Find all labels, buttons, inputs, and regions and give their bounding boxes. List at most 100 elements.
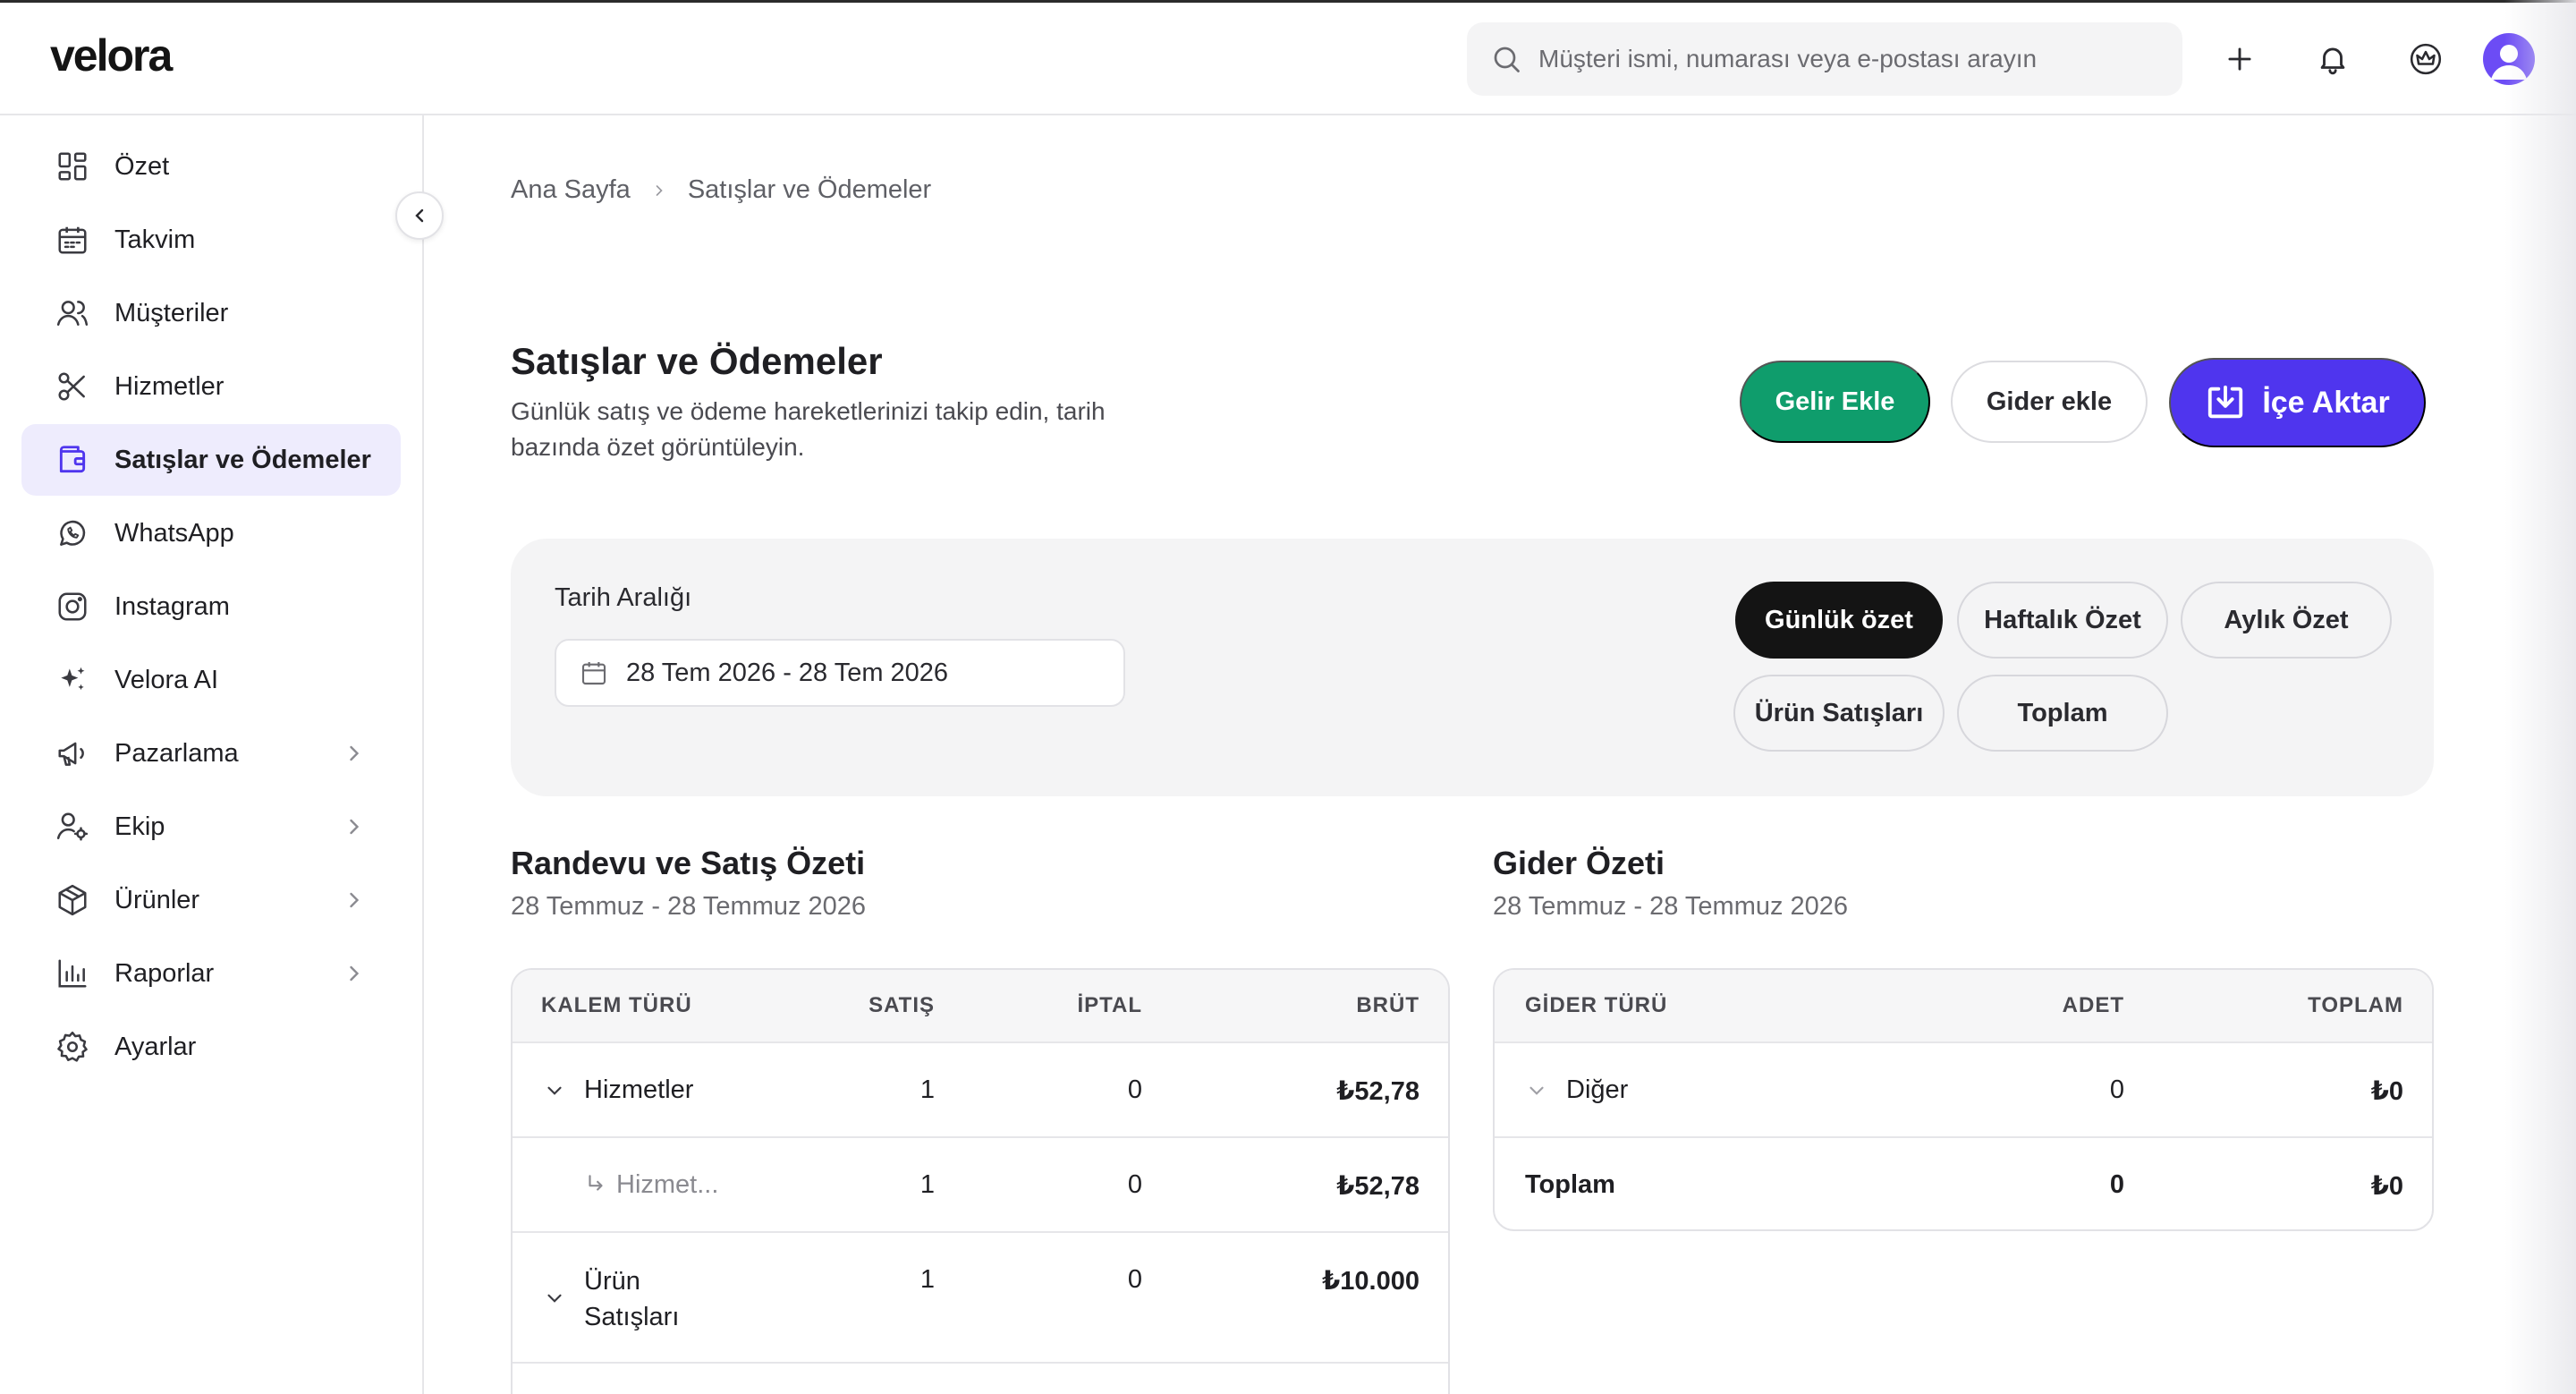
users-icon	[56, 301, 89, 326]
row-cancel: 0	[1127, 1170, 1142, 1199]
total-count: 0	[2109, 1170, 2124, 1199]
sidebar-item-instagram[interactable]: Instagram	[21, 571, 401, 642]
row-cancel: 0	[1127, 1075, 1142, 1104]
sales-summary-subtitle: 28 Temmuz - 28 Temmuz 2026	[511, 892, 867, 921]
search-input[interactable]	[1538, 45, 2165, 73]
breadcrumb-current: Satışlar ve Ödemeler	[687, 175, 932, 204]
sidebar-item-label: Ayarlar	[114, 1032, 197, 1061]
table-header: GİDER TÜRÜ ADET TOPLAM	[1495, 970, 2432, 1041]
sidebar-collapse-button[interactable]	[395, 191, 444, 240]
expense-summary-title: Gider Özeti	[1493, 845, 1665, 881]
sidebar-item-label: Müşteriler	[114, 298, 229, 327]
sidebar-item-label: Takvim	[114, 225, 196, 254]
team-icon	[56, 812, 89, 841]
megaphone-icon	[58, 742, 84, 766]
chevron-right-icon	[350, 892, 360, 908]
date-range-value: 28 Tem 2026 - 28 Tem 2026	[626, 658, 949, 687]
chevron-right-icon	[350, 819, 360, 835]
column-header: GİDER TÜRÜ	[1525, 993, 1668, 1017]
chevron-left-icon	[415, 208, 424, 223]
table-total-row: Toplam 0 ₺0	[1495, 1136, 2432, 1229]
sidebar-item-pazarlama[interactable]: Pazarlama	[21, 718, 401, 789]
chevron-down-icon[interactable]	[543, 1287, 566, 1310]
sidebar-item-label: Hizmetler	[114, 371, 225, 401]
subitem-arrow-icon	[589, 1175, 603, 1191]
chart-icon	[58, 959, 87, 988]
instagram-icon	[58, 592, 87, 621]
date-range-picker[interactable]: 28 Tem 2026 - 28 Tem 2026	[555, 639, 1125, 707]
sidebar-item-hizmetler[interactable]: Hizmetler	[21, 351, 401, 422]
table-row[interactable]: Diğer 0 ₺0	[1495, 1041, 2432, 1136]
column-header: İPTAL	[1077, 993, 1142, 1017]
sidebar-item-label: Özet	[114, 151, 170, 181]
add-button[interactable]	[2217, 37, 2262, 81]
row-sales: 1	[919, 1265, 935, 1294]
table-row[interactable]: Hizmet... 1 0 ₺52,78	[513, 1136, 1448, 1231]
pill-weekly-summary[interactable]: Haftalık Özet	[1957, 582, 2168, 659]
chevron-down-icon[interactable]	[543, 1079, 566, 1102]
sidebar-item-urunler[interactable]: Ürünler	[21, 864, 401, 936]
sidebar-item-ayarlar[interactable]: Ayarlar	[21, 1011, 401, 1083]
row-gross: ₺52,78	[1336, 1172, 1419, 1201]
sidebar-item-label: Pazarlama	[114, 738, 239, 768]
scissors-icon	[58, 372, 85, 401]
table-row	[513, 1362, 1448, 1394]
app-logo[interactable]: velora	[50, 30, 173, 81]
pill-total[interactable]: Toplam	[1957, 675, 2168, 752]
import-icon	[2208, 385, 2243, 419]
add-expense-button[interactable]: Gider ekle	[1951, 361, 2148, 443]
crown-icon	[2410, 43, 2442, 75]
chevron-down-icon[interactable]	[1525, 1079, 1548, 1102]
sparkle-icon	[61, 667, 85, 691]
gear-icon	[57, 1031, 88, 1062]
add-income-button[interactable]: Gelir Ekle	[1740, 361, 1930, 443]
expense-summary-subtitle: 28 Temmuz - 28 Temmuz 2026	[1493, 892, 1849, 921]
sidebar-item-ekip[interactable]: Ekip	[21, 791, 401, 863]
table-row[interactable]: Ürün Satışları 1 0 ₺10.000	[513, 1231, 1448, 1362]
column-header: KALEM TÜRÜ	[541, 993, 692, 1017]
sidebar-item-label: Velora AI	[114, 665, 219, 694]
import-button[interactable]: İçe Aktar	[2169, 358, 2426, 447]
premium-button[interactable]	[2403, 37, 2448, 81]
sidebar-item-musteriler[interactable]: Müşteriler	[21, 277, 401, 349]
user-avatar-icon	[2491, 45, 2527, 80]
column-header: SATIŞ	[869, 993, 935, 1017]
filter-panel: Tarih Aralığı 28 Tem 2026 - 28 Tem 2026 …	[511, 539, 2434, 796]
wallet-icon	[59, 446, 86, 473]
row-type: Ürün Satışları	[584, 1267, 680, 1331]
plus-icon	[2228, 47, 2251, 71]
table-header: KALEM TÜRÜ SATIŞ İPTAL BRÜT	[513, 970, 1448, 1041]
sidebar-item-satislar-ve-odemeler[interactable]: Satışlar ve Ödemeler	[21, 424, 401, 496]
sales-summary-title: Randevu ve Satış Özeti	[511, 845, 866, 881]
sidebar-item-ozet[interactable]: Özet	[21, 131, 401, 202]
sidebar-item-velora-ai[interactable]: Velora AI	[21, 644, 401, 716]
box-icon	[58, 884, 87, 916]
calendar-icon	[581, 662, 606, 685]
sidebar-item-label: Instagram	[114, 591, 230, 621]
sidebar-item-whatsapp[interactable]: WhatsApp	[21, 497, 401, 569]
whatsapp-icon	[60, 520, 86, 546]
search-bar[interactable]	[1467, 22, 2182, 96]
pill-product-sales[interactable]: Ürün Satışları	[1733, 675, 1945, 752]
sidebar-item-label: WhatsApp	[114, 518, 234, 548]
breadcrumb-home[interactable]: Ana Sayfa	[511, 175, 631, 205]
pill-monthly-summary[interactable]: Aylık Özet	[2181, 582, 2392, 659]
date-range-label: Tarih Aralığı	[555, 583, 692, 612]
chevron-right-icon	[350, 745, 360, 761]
notifications-button[interactable]	[2310, 37, 2355, 81]
table-row[interactable]: Hizmetler 1 0 ₺52,78	[513, 1041, 1448, 1136]
search-icon	[1494, 47, 1520, 72]
expense-summary-table: GİDER TÜRÜ ADET TOPLAM Diğer 0 ₺0 Toplam…	[1493, 968, 2434, 1231]
grid-icon	[58, 152, 87, 181]
column-header: TOPLAM	[2308, 993, 2403, 1017]
row-cancel: 0	[1127, 1265, 1142, 1294]
pill-daily-summary[interactable]: Günlük özet	[1735, 582, 1943, 659]
total-label: Toplam	[1525, 1170, 1615, 1199]
sidebar-item-raporlar[interactable]: Raporlar	[21, 938, 401, 1009]
sidebar-item-takvim[interactable]: Takvim	[21, 204, 401, 276]
row-count: 0	[2109, 1075, 2124, 1104]
column-header: BRÜT	[1356, 993, 1419, 1017]
user-avatar[interactable]	[2483, 33, 2535, 85]
row-type: Hizmetler	[584, 1075, 694, 1104]
breadcrumb: Ana Sayfa Satışlar ve Ödemeler	[511, 175, 931, 205]
